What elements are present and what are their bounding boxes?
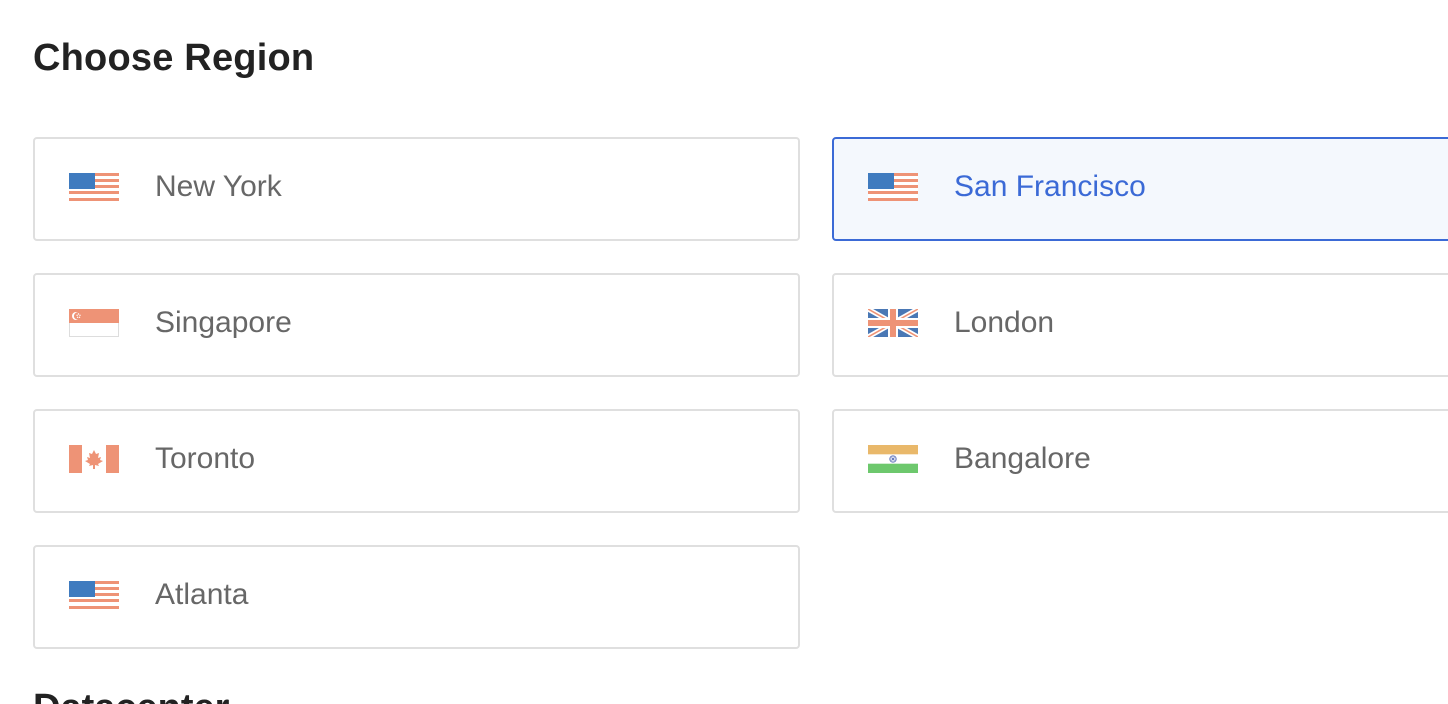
us-flag-icon	[69, 581, 119, 609]
region-card-new-york[interactable]: New York	[33, 137, 800, 241]
region-label-bangalore: Bangalore	[954, 442, 1091, 475]
region-label-new-york: New York	[155, 170, 282, 203]
canada-flag-icon	[69, 445, 119, 473]
uk-flag-icon	[868, 309, 918, 337]
region-selection-page: Choose Region New York San Francisco Sin…	[0, 0, 1448, 704]
us-flag-icon	[868, 173, 918, 201]
region-label-london: London	[954, 306, 1055, 339]
region-card-bangalore[interactable]: Bangalore	[832, 409, 1448, 513]
region-label-san-francisco: San Francisco	[954, 170, 1146, 203]
region-label-toronto: Toronto	[155, 442, 256, 475]
region-card-atlanta[interactable]: Atlanta	[33, 545, 800, 649]
singapore-flag-icon	[69, 309, 119, 337]
section-title-datacenter: Datacenter	[33, 684, 229, 704]
us-flag-icon	[69, 173, 119, 201]
section-title-choose-region: Choose Region	[33, 37, 315, 79]
region-card-toronto[interactable]: Toronto	[33, 409, 800, 513]
region-label-singapore: Singapore	[155, 306, 292, 339]
region-card-london[interactable]: London	[832, 273, 1448, 377]
region-label-atlanta: Atlanta	[155, 578, 249, 611]
region-card-singapore[interactable]: Singapore	[33, 273, 800, 377]
india-flag-icon	[868, 445, 918, 473]
region-card-san-francisco[interactable]: San Francisco	[832, 137, 1448, 241]
